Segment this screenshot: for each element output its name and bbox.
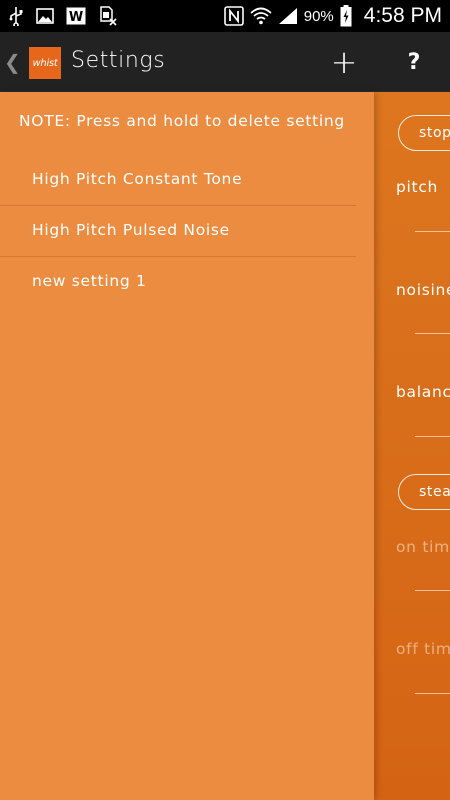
setting-item-label: new setting 1: [32, 272, 147, 290]
off-time-slider[interactable]: [415, 693, 450, 694]
clock: 4:58 PM: [363, 4, 442, 27]
battery-percent: 90%: [303, 7, 334, 25]
setting-item[interactable]: High Pitch Pulsed Noise: [0, 206, 356, 257]
setting-item-label: High Pitch Constant Tone: [32, 170, 243, 188]
on-time-slider[interactable]: [415, 590, 450, 591]
off-time-label: off time: [396, 640, 450, 658]
settings-drawer: NOTE: Press and hold to delete setting H…: [0, 92, 374, 800]
noisiness-slider[interactable]: [415, 333, 450, 334]
system-indicators: 90% 4:58 PM: [223, 0, 442, 32]
plus-icon: +: [330, 43, 358, 81]
svg-text:W: W: [69, 10, 83, 25]
usb-icon: [8, 5, 24, 27]
page-title: Settings: [71, 48, 166, 73]
setting-item[interactable]: High Pitch Constant Tone: [0, 155, 356, 206]
balance-slider[interactable]: [415, 436, 450, 437]
pitch-slider[interactable]: [415, 231, 450, 232]
signal-icon: [278, 5, 298, 27]
question-icon: ?: [407, 49, 421, 75]
stop-button[interactable]: stop: [398, 115, 450, 151]
settings-editor-panel: stop pitch noisiness balance steady on t…: [374, 92, 450, 800]
on-time-label: on time: [396, 538, 450, 556]
add-setting-button[interactable]: +: [322, 40, 366, 84]
app-logo-text: whist: [32, 57, 58, 69]
w-app-icon: W: [66, 5, 86, 27]
balance-label: balance: [396, 383, 450, 401]
notification-icons: W: [8, 4, 118, 28]
action-bar: ❮ whist Settings + ?: [0, 32, 450, 92]
setting-item[interactable]: new setting 1: [0, 257, 356, 308]
setting-item-label: High Pitch Pulsed Noise: [32, 221, 230, 239]
mode-button[interactable]: steady: [398, 474, 450, 510]
battery-icon: [340, 5, 352, 27]
wifi-icon: [250, 5, 272, 27]
status-bar: W 90% 4:58 PM: [0, 0, 450, 32]
sim-x-icon: [98, 5, 118, 27]
app-logo[interactable]: whist: [29, 47, 61, 79]
nfc-icon: [223, 5, 244, 27]
delete-hint-note: NOTE: Press and hold to delete setting: [19, 112, 345, 130]
back-chevron-icon[interactable]: ❮: [4, 50, 21, 74]
pitch-label: pitch: [396, 178, 439, 196]
help-button[interactable]: ?: [392, 40, 436, 84]
image-icon: [36, 5, 54, 27]
noisiness-label: noisiness: [396, 281, 450, 299]
